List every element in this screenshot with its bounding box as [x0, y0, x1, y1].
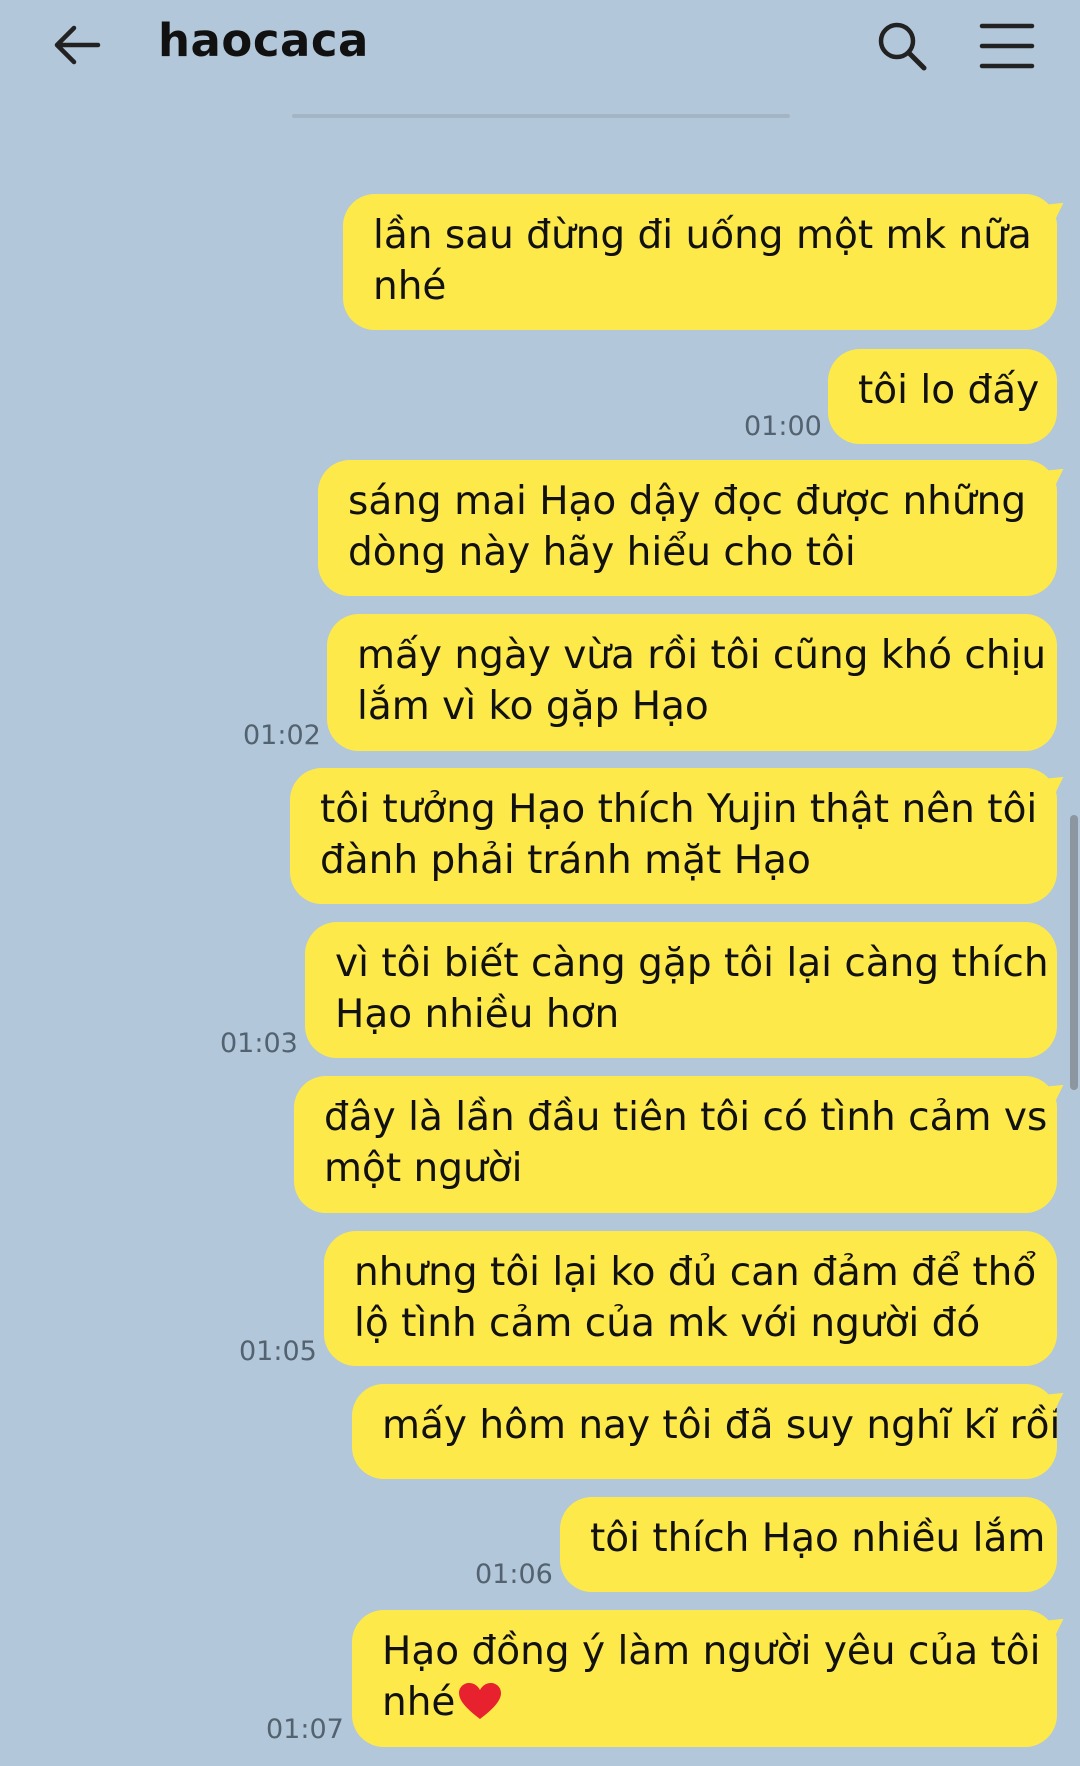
message-timestamp: 01:07: [266, 1714, 344, 1745]
message-bubble[interactable]: sáng mai Hạo dậy đọc được những dòng này…: [318, 460, 1070, 596]
message-line: tôi thích Hạo nhiều lắm: [590, 1516, 1046, 1561]
message-line: đành phải tránh mặt Hạo: [320, 838, 811, 883]
message-bubble[interactable]: lần sau đừng đi uống một mk nữa nhé: [343, 194, 1070, 330]
heart-emoji-icon: [459, 1683, 502, 1719]
message-line: mấy ngày vừa rồi tôi cũng khó chịu: [357, 633, 1047, 678]
message-line: vì tôi biết càng gặp tôi lại càng thích: [335, 941, 1049, 986]
message-bubble[interactable]: Hạo đồng ý làm người yêu của tôi nhé: [352, 1610, 1070, 1747]
message-line: đây là lần đầu tiên tôi có tình cảm vs: [324, 1095, 1048, 1140]
message-bubble[interactable]: mấy ngày vừa rồi tôi cũng khó chịu lắm v…: [327, 614, 1057, 751]
message-text: nhé: [382, 1680, 456, 1725]
bubble-tail: [1042, 1610, 1070, 1638]
message-line: lộ tình cảm của mk với người đó: [354, 1301, 981, 1346]
message-line: tôi tưởng Hạo thích Yujin thật nên tôi: [320, 787, 1038, 832]
message-bubble[interactable]: vì tôi biết càng gặp tôi lại càng thích …: [305, 922, 1057, 1058]
message-line: sáng mai Hạo dậy đọc được những: [348, 479, 1027, 524]
message-timestamp: 01:00: [744, 411, 822, 442]
message-bubble[interactable]: mấy hôm nay tôi đã suy nghĩ kĩ rồi: [352, 1384, 1070, 1479]
message-line: Hạo nhiều hơn: [335, 992, 620, 1037]
scrollbar[interactable]: [1070, 815, 1078, 1090]
message-bubble[interactable]: tôi thích Hạo nhiều lắm: [560, 1497, 1057, 1592]
message-line: tôi lo đấy: [858, 368, 1040, 413]
message-line: dòng này hãy hiểu cho tôi: [348, 530, 856, 575]
bubble-tail: [1042, 194, 1070, 222]
message-line: lắm vì ko gặp Hạo: [357, 684, 709, 729]
message-line: lần sau đừng đi uống một mk nữa: [373, 213, 1032, 258]
message-line: một người: [324, 1146, 523, 1191]
message-timestamp: 01:06: [475, 1559, 553, 1590]
message-line: nhưng tôi lại ko đủ can đảm để thổ: [354, 1250, 1037, 1295]
message-bubble[interactable]: tôi lo đấy: [828, 349, 1057, 444]
message-line: nhé: [382, 1677, 1027, 1728]
message-timestamp: 01:05: [239, 1336, 317, 1367]
message-bubble[interactable]: tôi tưởng Hạo thích Yujin thật nên tôi đ…: [290, 768, 1070, 904]
bubble-tail: [1042, 460, 1070, 488]
message-timestamp: 01:03: [220, 1028, 298, 1059]
message-bubble[interactable]: nhưng tôi lại ko đủ can đảm để thổ lộ tì…: [324, 1231, 1057, 1366]
message-line: nhé: [373, 264, 447, 309]
message-line: mấy hôm nay tôi đã suy nghĩ kĩ rồi: [382, 1403, 1061, 1448]
message-bubble[interactable]: đây là lần đầu tiên tôi có tình cảm vs m…: [294, 1076, 1070, 1213]
message-list: lần sau đừng đi uống một mk nữa nhé tôi …: [0, 0, 1080, 1766]
message-line: Hạo đồng ý làm người yêu của tôi: [382, 1629, 1041, 1674]
bubble-tail: [1042, 768, 1070, 796]
message-timestamp: 01:02: [243, 720, 321, 751]
